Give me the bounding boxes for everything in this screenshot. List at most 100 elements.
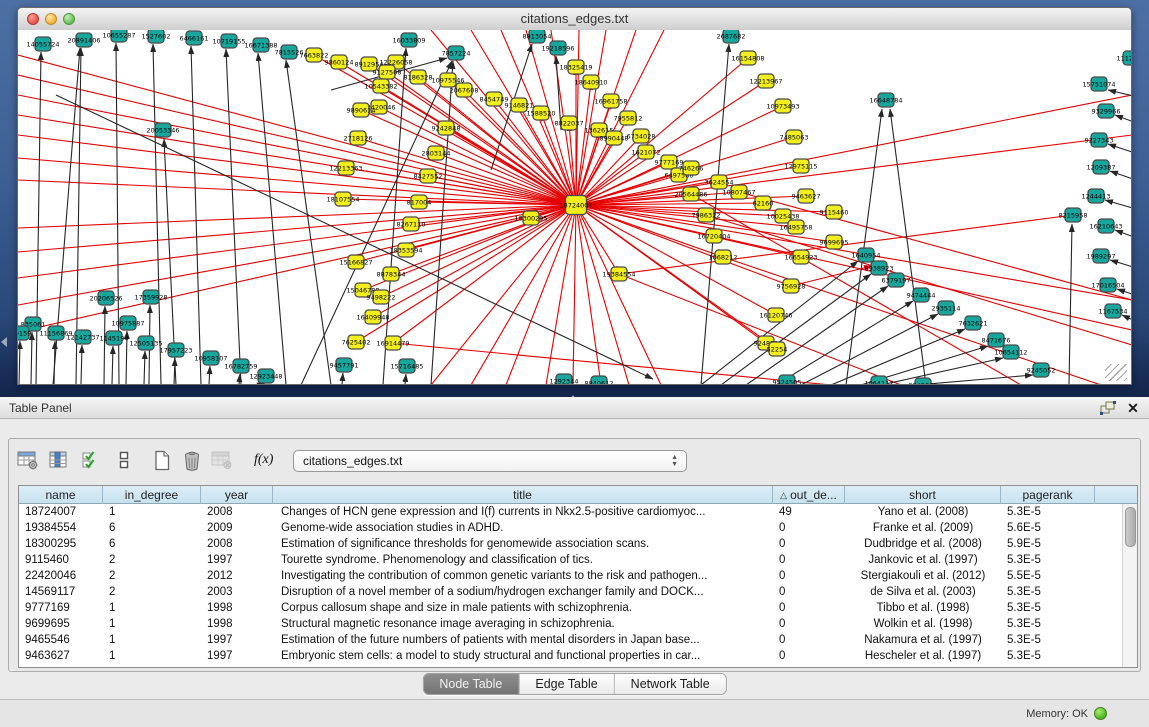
- close-panel-icon[interactable]: ✕: [1125, 399, 1141, 417]
- table-cell[interactable]: Changes of HCN gene expression and I(f) …: [273, 504, 773, 520]
- table-cell[interactable]: 1997: [201, 632, 273, 648]
- show-columns-button[interactable]: [46, 448, 70, 472]
- graph-edge[interactable]: [144, 351, 145, 384]
- graph-node[interactable]: 8878344: [377, 267, 406, 281]
- graph-node[interactable]: 10807467: [722, 185, 755, 199]
- table-row[interactable]: 969969511998Structural magnetic resonanc…: [19, 616, 1122, 632]
- graph-edge[interactable]: [209, 366, 210, 384]
- graph-edge[interactable]: [239, 374, 240, 384]
- table-cell[interactable]: 0: [773, 632, 845, 648]
- table-cell[interactable]: Franke et al. (2009): [845, 520, 1001, 536]
- window-resize-grip[interactable]: [1105, 364, 1127, 381]
- graph-node[interactable]: 10655287: [102, 30, 135, 42]
- graph-edge[interactable]: [258, 53, 286, 384]
- graph-edge[interactable]: [405, 374, 406, 384]
- float-panel-icon[interactable]: [1099, 400, 1117, 416]
- table-cell[interactable]: Tibbo et al. (1998): [845, 600, 1001, 616]
- table-row[interactable]: 1938455462009Genome-wide association stu…: [19, 520, 1122, 536]
- table-cell[interactable]: 5.6E-5: [1001, 520, 1095, 536]
- graph-node[interactable]: 1244413: [1082, 189, 1111, 203]
- graph-node[interactable]: 10975887: [111, 316, 144, 330]
- table-cell[interactable]: 1998: [201, 616, 273, 632]
- graph-node[interactable]: 1112304: [1117, 51, 1131, 65]
- table-cell[interactable]: 0: [773, 648, 845, 664]
- graph-node[interactable]: 20053346: [146, 123, 179, 137]
- graph-node[interactable]: 16648784: [869, 93, 902, 107]
- table-cell[interactable]: 5.3E-5: [1001, 632, 1095, 648]
- graph-node[interactable]: 62160: [753, 196, 774, 210]
- graph-edge[interactable]: [18, 205, 576, 305]
- table-cell[interactable]: 5.3E-5: [1001, 504, 1095, 520]
- graph-node[interactable]: 8267110: [397, 217, 426, 231]
- table-cell[interactable]: 0: [773, 616, 845, 632]
- graph-edge[interactable]: [431, 61, 453, 384]
- function-builder-button[interactable]: f(x): [254, 452, 273, 468]
- graph-edge[interactable]: [546, 205, 576, 384]
- table-cell[interactable]: Jankovic et al. (1997): [845, 552, 1001, 568]
- table-row[interactable]: 911546021997Tourette syndrome. Phenomeno…: [19, 552, 1122, 568]
- graph-node[interactable]: 1145194: [100, 331, 129, 345]
- table-cell[interactable]: 1: [103, 600, 201, 616]
- graph-edge[interactable]: [226, 49, 241, 384]
- table-cell[interactable]: 6: [103, 520, 201, 536]
- table-cell[interactable]: 14569117: [19, 584, 103, 600]
- graph-edge[interactable]: [691, 194, 1021, 384]
- table-cell[interactable]: 1997: [201, 648, 273, 664]
- graph-node[interactable]: 1621072: [632, 145, 661, 159]
- column-header-title[interactable]: title: [273, 486, 773, 504]
- graph-node[interactable]: 7986322: [692, 208, 721, 222]
- network-svg[interactable]: 1872400718300295193845547663822986012489…: [18, 30, 1131, 384]
- graph-edge[interactable]: [576, 135, 1131, 205]
- graph-node[interactable]: 10958107: [194, 351, 227, 365]
- graph-edge[interactable]: [1108, 144, 1131, 158]
- table-cell[interactable]: 9777169: [19, 600, 103, 616]
- table-cell[interactable]: 5.3E-5: [1001, 600, 1095, 616]
- table-cell[interactable]: Genome-wide association studies in ADHD.: [273, 520, 773, 536]
- table-scrollbar[interactable]: [1122, 504, 1137, 667]
- graph-edge[interactable]: [153, 44, 161, 384]
- graph-edge[interactable]: [383, 48, 406, 384]
- table-cell[interactable]: 2012: [201, 568, 273, 584]
- graph-node[interactable]: 9474444: [907, 288, 936, 302]
- table-cell[interactable]: Estimation of the future numbers of pati…: [273, 632, 773, 648]
- graph-node[interactable]: 1640954: [852, 248, 881, 262]
- table-cell[interactable]: 22420046: [19, 568, 103, 584]
- graph-node[interactable]: 20206526: [89, 291, 122, 305]
- table-cell[interactable]: Hescheler et al. (1997): [845, 648, 1001, 664]
- table-row[interactable]: 1872400712008Changes of HCN gene express…: [19, 504, 1122, 520]
- graph-edge[interactable]: [890, 109, 926, 384]
- tab-node-table[interactable]: Node Table: [423, 674, 519, 694]
- graph-edge[interactable]: [1108, 90, 1131, 100]
- graph-node[interactable]: 9457791: [330, 358, 359, 372]
- table-cell[interactable]: 9115460: [19, 552, 103, 568]
- graph-node[interactable]: 8822037: [555, 116, 584, 130]
- table-row[interactable]: 2242004622012Investigating the contribut…: [19, 568, 1122, 584]
- graph-node[interactable]: 9860124: [325, 55, 354, 69]
- graph-edge[interactable]: [1105, 200, 1131, 213]
- table-cell[interactable]: 0: [773, 520, 845, 536]
- graph-node[interactable]: 39159: [18, 326, 31, 340]
- table-cell[interactable]: 1: [103, 648, 201, 664]
- table-row[interactable]: 1830029562008Estimation of significance …: [19, 536, 1122, 552]
- graph-node[interactable]: 12975115: [784, 159, 817, 173]
- graph-edge[interactable]: [18, 55, 576, 205]
- graph-node[interactable]: 3624554: [705, 175, 734, 189]
- graph-node[interactable]: 9524505: [773, 375, 802, 384]
- tab-network-table[interactable]: Network Table: [615, 674, 726, 694]
- graph-node[interactable]: 1527602: [142, 30, 171, 43]
- table-cell[interactable]: 2008: [201, 504, 273, 520]
- table-cell[interactable]: 2: [103, 584, 201, 600]
- graph-node[interactable]: 1064112: [865, 376, 894, 384]
- table-cell[interactable]: 5.3E-5: [1001, 552, 1095, 568]
- graph-edge[interactable]: [1110, 260, 1131, 272]
- graph-node[interactable]: 16914479: [376, 336, 409, 350]
- graph-node[interactable]: 15166827: [339, 255, 372, 269]
- graph-node[interactable]: 1292344: [550, 374, 579, 384]
- table-cell[interactable]: 6: [103, 536, 201, 552]
- graph-edge[interactable]: [1069, 224, 1072, 384]
- graph-node[interactable]: 2687682: [717, 30, 746, 43]
- table-cell[interactable]: 1: [103, 504, 201, 520]
- graph-edge[interactable]: [746, 286, 888, 384]
- graph-node[interactable]: 8427552: [414, 169, 443, 183]
- graph-node[interactable]: 16782759: [224, 359, 257, 373]
